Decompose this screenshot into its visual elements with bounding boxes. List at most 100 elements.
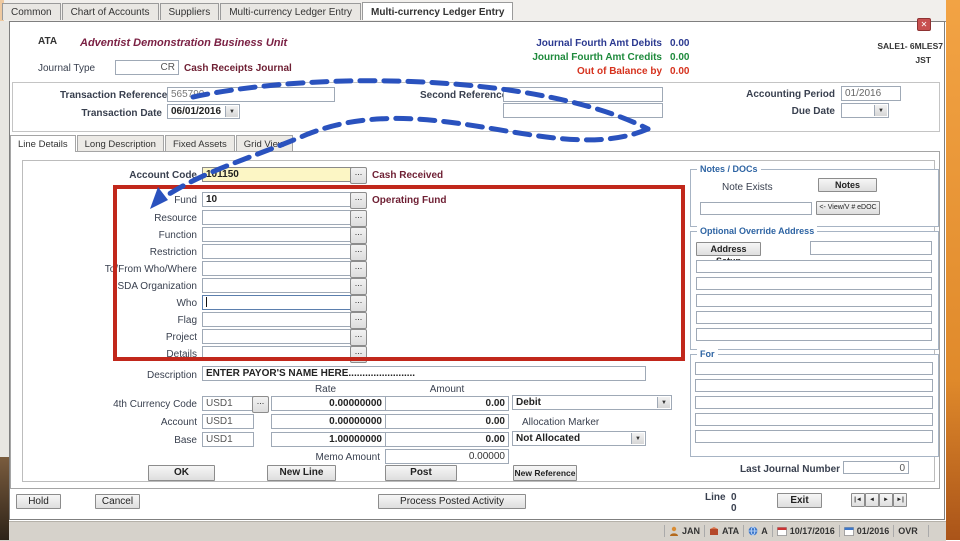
description-field[interactable]: ENTER PAYOR'S NAME HERE.................…: [202, 366, 646, 381]
memo-amount-label: Memo Amount: [315, 452, 380, 463]
note-exists-label: Note Exists: [722, 182, 773, 193]
address-line-5[interactable]: [696, 328, 932, 341]
nav-last-button[interactable]: ►|: [893, 493, 907, 507]
address-setup-button[interactable]: Address Setup: [696, 242, 761, 266]
status-bar: JAN ATA A 10/17/2016 01/2016 OVR: [660, 523, 949, 538]
hold-button[interactable]: Hold: [16, 494, 61, 509]
line-counter-value-2: 0: [731, 503, 737, 514]
tab-common[interactable]: Common: [2, 3, 61, 20]
statusbar-period[interactable]: 01/2016: [843, 526, 889, 536]
account-code-label: Account Code: [129, 170, 197, 181]
description-label: Description: [146, 370, 197, 381]
second-reference-field-2[interactable]: [503, 103, 663, 118]
journal-credits-value: 0.00: [670, 52, 690, 63]
amount-column-header: Amount: [429, 384, 465, 395]
line-counter-label: Line: [705, 492, 726, 503]
chevron-down-icon[interactable]: ▼: [225, 106, 238, 117]
subtab-grid-view[interactable]: Grid View: [235, 135, 293, 152]
nav-next-button[interactable]: ►: [879, 493, 893, 507]
subtab-line-details[interactable]: Line Details: [10, 135, 76, 152]
nav-prev-button[interactable]: ◄: [865, 493, 879, 507]
highlight-rectangle: [113, 185, 685, 361]
chevron-down-icon[interactable]: ▼: [874, 105, 887, 116]
window-ref-code: SALE1- 6MLES7: [877, 41, 943, 51]
address-line-3[interactable]: [696, 294, 932, 307]
transaction-reference-field[interactable]: 565790: [167, 87, 335, 102]
out-of-balance-value: 0.00: [670, 66, 690, 77]
fourth-currency-code-field[interactable]: USD1: [202, 396, 254, 411]
post-button[interactable]: Post: [385, 465, 457, 481]
transaction-reference-label: Transaction Reference: [60, 90, 168, 101]
chevron-down-icon[interactable]: ▼: [657, 397, 670, 408]
statusbar-date[interactable]: 10/17/2016: [776, 526, 835, 536]
main-tab-strip: Common Chart of Accounts Suppliers Multi-cu…: [2, 2, 514, 20]
address-code-field[interactable]: [810, 241, 932, 255]
ok-button[interactable]: OK: [148, 465, 215, 481]
account-currency-code-field[interactable]: USD1: [202, 414, 254, 429]
tab-chart-of-accounts[interactable]: Chart of Accounts: [61, 3, 159, 20]
last-journal-number-field[interactable]: 0: [843, 461, 909, 474]
new-line-button[interactable]: New Line: [267, 465, 336, 481]
statusbar-separator: [893, 524, 895, 537]
account-currency-label: Account: [160, 417, 197, 428]
second-reference-field[interactable]: [503, 87, 663, 102]
due-date-select[interactable]: ▼: [841, 103, 889, 118]
journal-type-description: Cash Receipts Journal: [184, 63, 292, 74]
for-line-3[interactable]: [695, 396, 933, 409]
account-code-lookup-button[interactable]: ...: [350, 167, 367, 184]
cancel-button[interactable]: Cancel: [95, 494, 140, 509]
account-rate-field[interactable]: 0.00000000: [271, 414, 386, 429]
view-edoc-button[interactable]: <- View/V # eDOC: [816, 201, 880, 215]
second-reference-label: Second Reference: [420, 90, 508, 101]
tab-multicurrency-ledger-entry-1[interactable]: Multi-currency Ledger Entry: [220, 3, 362, 20]
exit-button[interactable]: Exit: [777, 493, 822, 508]
new-reference-button[interactable]: New Reference: [513, 465, 577, 481]
close-icon: ✕: [920, 20, 928, 29]
allocation-marker-select[interactable]: Not Allocated ▼: [512, 431, 646, 446]
account-code-field[interactable]: 101150: [202, 167, 352, 182]
out-of-balance-label: Out of Balance by: [576, 66, 662, 77]
statusbar-ovr[interactable]: OVR: [898, 526, 918, 536]
rate-column-header: Rate: [314, 384, 337, 395]
subtab-strip: Line Details Long Description Fixed Assets…: [10, 135, 294, 152]
base-rate-field[interactable]: 1.00000000: [271, 432, 386, 447]
statusbar-ledger[interactable]: A: [748, 526, 768, 536]
base-currency-code-field[interactable]: USD1: [202, 432, 254, 447]
base-amount-field[interactable]: 0.00: [385, 432, 509, 447]
journal-type-field[interactable]: CR: [115, 60, 179, 75]
fourth-currency-code-label: 4th Currency Code: [113, 399, 197, 410]
tab-suppliers[interactable]: Suppliers: [159, 3, 220, 20]
for-line-4[interactable]: [695, 413, 933, 426]
fourth-currency-rate-field[interactable]: 0.00000000: [271, 396, 386, 411]
statusbar-separator: [771, 524, 773, 537]
subtab-fixed-assets[interactable]: Fixed Assets: [164, 135, 235, 152]
subtab-long-description[interactable]: Long Description: [76, 135, 164, 152]
base-currency-label: Base: [174, 435, 197, 446]
debit-credit-select[interactable]: Debit ▼: [512, 395, 672, 410]
nav-first-button[interactable]: |◄: [851, 493, 865, 507]
notes-button[interactable]: Notes: [818, 178, 877, 192]
memo-amount-field[interactable]: 0.00000: [385, 449, 509, 464]
fourth-currency-amount-field[interactable]: 0.00: [385, 396, 509, 411]
for-line-2[interactable]: [695, 379, 933, 392]
address-line-4[interactable]: [696, 311, 932, 324]
notes-docs-group: Notes / DOCs: [690, 164, 939, 227]
close-button[interactable]: ✕: [917, 18, 931, 31]
note-reference-field[interactable]: [700, 202, 812, 215]
statusbar-user[interactable]: JAN: [669, 526, 700, 536]
tab-multicurrency-ledger-entry-2[interactable]: Multi-currency Ledger Entry: [362, 2, 514, 20]
accounting-period-label: Accounting Period: [746, 89, 835, 100]
for-line-1[interactable]: [695, 362, 933, 375]
address-line-1[interactable]: [696, 260, 932, 273]
chevron-down-icon[interactable]: ▼: [631, 433, 644, 444]
fourth-currency-lookup-button[interactable]: ...: [252, 396, 269, 413]
process-posted-activity-button[interactable]: Process Posted Activity: [378, 494, 526, 509]
account-amount-field[interactable]: 0.00: [385, 414, 509, 429]
address-line-2[interactable]: [696, 277, 932, 290]
statusbar-business-unit[interactable]: ATA: [709, 526, 739, 536]
transaction-date-label: Transaction Date: [81, 108, 162, 119]
for-line-5[interactable]: [695, 430, 933, 443]
accounting-period-field[interactable]: 01/2016: [841, 86, 901, 101]
statusbar-separator: [743, 524, 745, 537]
transaction-date-select[interactable]: 06/01/2016 ▼: [167, 104, 240, 119]
